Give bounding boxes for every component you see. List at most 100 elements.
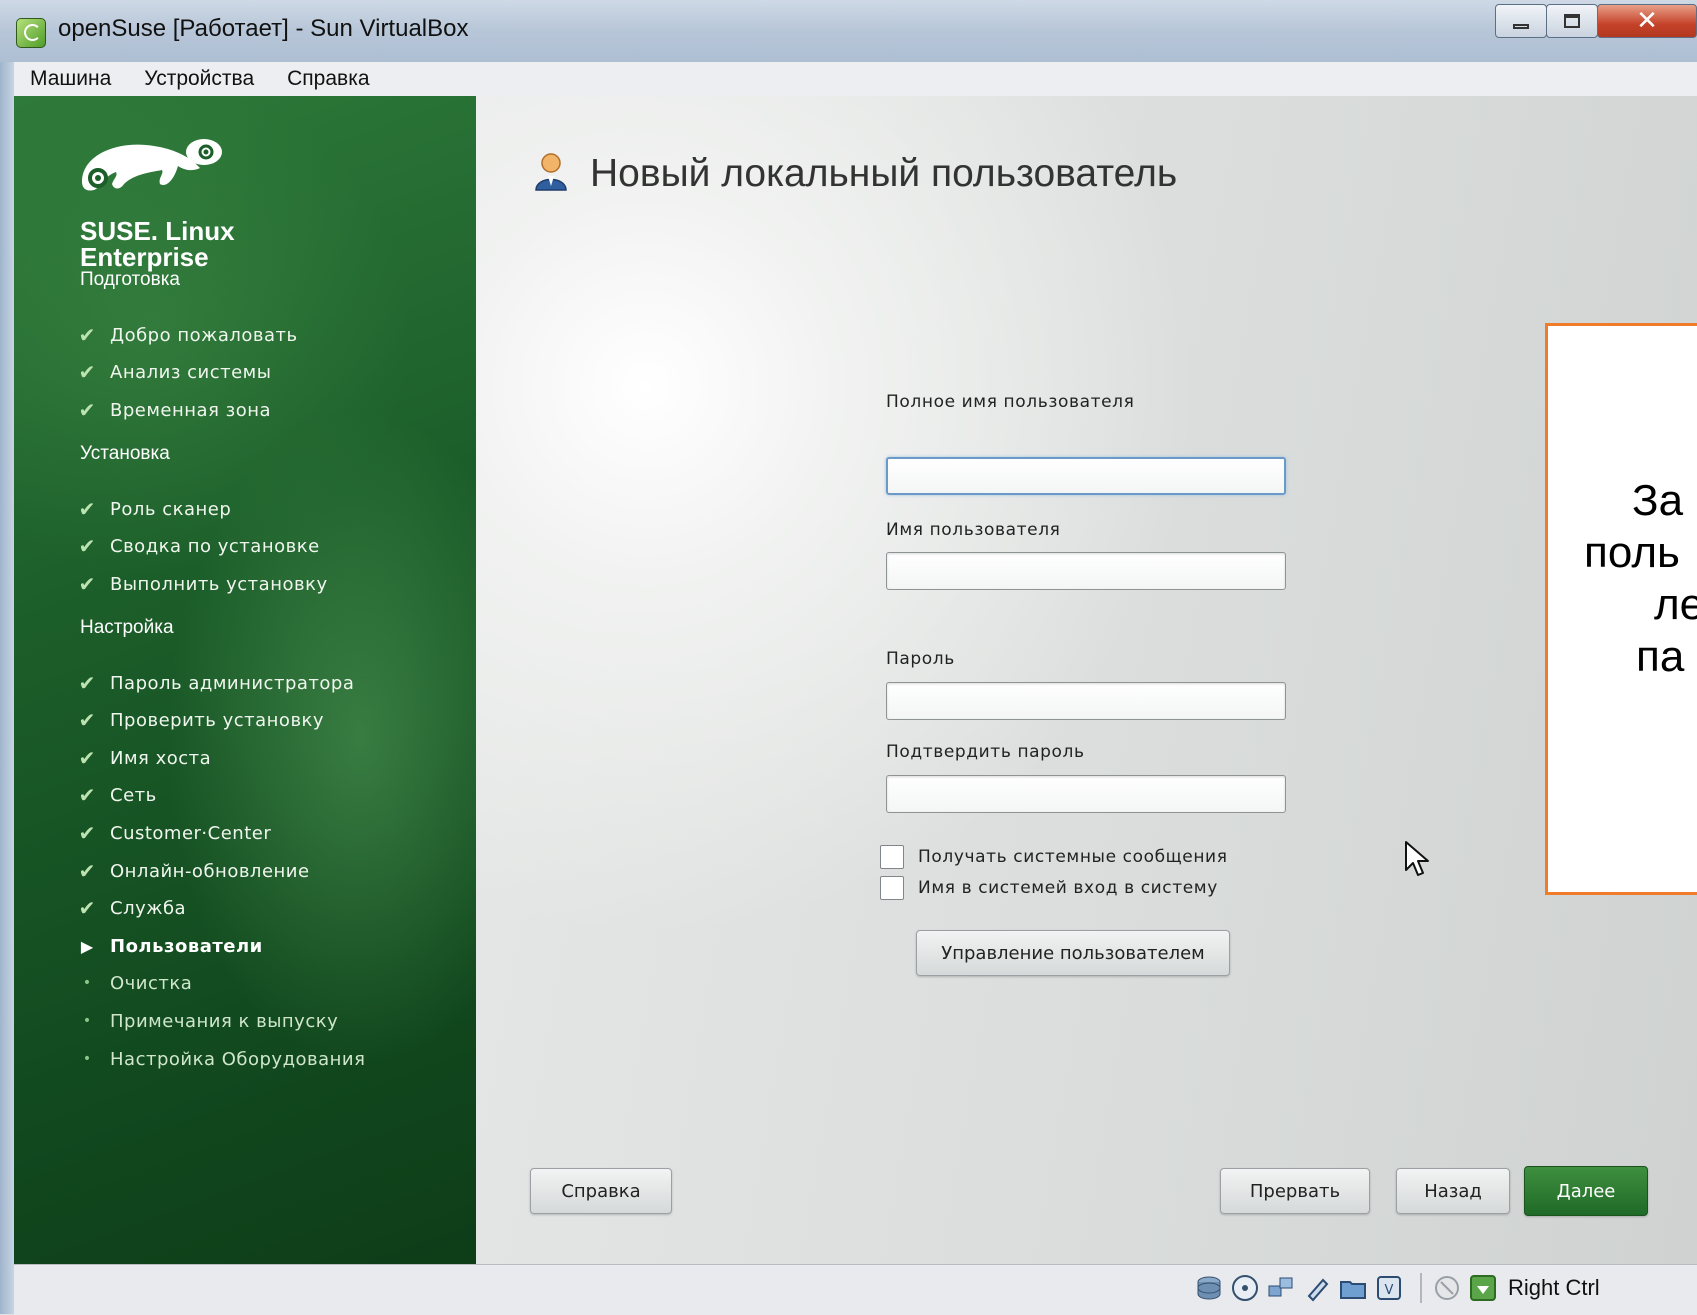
checkbox-label: Имя в системей вход в систему — [918, 878, 1218, 898]
sidebar-item-label: Настройка Оборудования — [110, 1048, 366, 1070]
sidebar-item-welcome: ✔ Добро пожаловать — [74, 320, 298, 350]
vm-statusbar: V Right Ctrl — [14, 1264, 1697, 1315]
close-icon: ✕ — [1636, 6, 1658, 36]
user-management-button[interactable]: Управление пользователем — [916, 930, 1230, 976]
host-key-icon[interactable] — [1468, 1273, 1498, 1303]
sidebar-item-service: ✔ Служба — [74, 893, 186, 923]
checkmark-icon: ✔ — [78, 746, 96, 770]
sidebar-item-online-update: ✔ Онлайн-обновление — [74, 856, 310, 886]
suse-chameleon-logo — [82, 139, 222, 191]
sidebar-item-install-summary: ✔ Сводка по установке — [74, 531, 320, 561]
bullet-icon: • — [82, 1013, 92, 1029]
mouse-integration-icon[interactable] — [1432, 1273, 1462, 1303]
host-key-label: Right Ctrl — [1508, 1275, 1600, 1300]
sidebar-item-label: Выполнить установку — [110, 573, 328, 595]
menu-devices[interactable]: Устройства — [144, 67, 254, 91]
confirm-password-label: Подтвердить пароль — [886, 742, 1085, 762]
sidebar-item-label: Пароль администратора — [110, 672, 355, 694]
checkmark-icon: ✔ — [78, 821, 96, 845]
menu-help[interactable]: Справка — [287, 67, 369, 91]
full-name-input[interactable] — [886, 457, 1286, 495]
sidebar-item-label: Пользователи — [110, 935, 263, 957]
installer-main-panel: Новый локальный пользователь Полное имя … — [476, 96, 1697, 1264]
checkbox-box[interactable] — [880, 876, 904, 900]
menubar: Машина Устройства Справка — [14, 62, 1697, 97]
checkmark-icon: ✔ — [78, 360, 96, 384]
sidebar-item-hostname: ✔ Имя хоста — [74, 743, 211, 773]
sidebar-item-label: Проверить установку — [110, 709, 325, 731]
confirm-password-input[interactable] — [886, 775, 1286, 813]
sidebar-item-label: Сводка по установке — [110, 535, 320, 557]
virtualization-icon[interactable]: V — [1374, 1273, 1404, 1303]
sidebar-item-system-analysis: ✔ Анализ системы — [74, 357, 271, 387]
section-title-installation: Установка — [80, 443, 170, 464]
network-icon[interactable] — [1266, 1273, 1296, 1303]
callout-line: ле — [1654, 580, 1697, 629]
cd-drive-icon[interactable] — [1230, 1273, 1260, 1303]
checkmark-icon: ✔ — [78, 534, 96, 558]
sidebar-item-release-notes: • Примечания к выпуску — [74, 1006, 338, 1036]
receive-system-messages-checkbox[interactable]: Получать системные сообщения — [880, 845, 1228, 869]
status-icons: V Right Ctrl — [1194, 1273, 1600, 1303]
sidebar-item-label: Имя хоста — [110, 747, 212, 769]
checkmark-icon: ✔ — [78, 398, 96, 422]
window-title: openSuse [Работает] - Sun VirtualBox — [58, 15, 469, 42]
user-icon — [535, 153, 567, 191]
maximize-icon — [1564, 14, 1580, 28]
full-name-label: Полное имя пользователя — [886, 392, 1135, 412]
minimize-icon — [1513, 23, 1529, 29]
sidebar-item-label: Анализ системы — [110, 361, 272, 383]
sidebar-item-label: Служба — [110, 897, 187, 919]
help-button[interactable]: Справка — [530, 1168, 672, 1214]
next-button[interactable]: Далее — [1524, 1166, 1648, 1216]
checkmark-icon: ✔ — [78, 859, 96, 883]
checkmark-icon: ✔ — [78, 783, 96, 807]
sidebar-item-perform-install: ✔ Выполнить установку — [74, 569, 328, 599]
callout-line: поль — [1584, 528, 1680, 577]
checkbox-label: Получать системные сообщения — [918, 847, 1228, 867]
sidebar-item-label: Очистка — [110, 972, 193, 994]
bullet-icon: • — [82, 975, 92, 991]
checkmark-icon: ✔ — [78, 497, 96, 521]
sidebar-item-label: Временная зона — [110, 399, 272, 421]
username-label: Имя пользователя — [886, 520, 1061, 540]
password-input[interactable] — [886, 682, 1286, 720]
sidebar-item-label: Роль сканер — [110, 498, 232, 520]
section-title-preparation: Подготовка — [80, 269, 181, 290]
minimize-button[interactable] — [1495, 4, 1547, 38]
window-left-frame — [0, 62, 14, 1314]
installer-sidebar: SUSE. Linux Enterprise Подготовка ✔ Добро… — [14, 96, 476, 1264]
menu-machine[interactable]: Машина — [30, 67, 111, 91]
checkmark-icon: ✔ — [78, 323, 96, 347]
sidebar-item-label: Онлайн-обновление — [110, 860, 310, 882]
sidebar-item-timezone: ✔ Временная зона — [74, 395, 271, 425]
window-controls: ✕ — [1495, 4, 1697, 40]
section-title-configuration: Настройка — [80, 617, 174, 638]
sidebar-item-label: Примечания к выпуску — [110, 1010, 339, 1032]
sidebar-item-hardware-config: • Настройка Оборудования — [74, 1044, 365, 1074]
brand-name: SUSE. Linux Enterprise — [80, 218, 235, 270]
back-button[interactable]: Назад — [1396, 1168, 1510, 1214]
sidebar-item-customer-center: ✔ Customer·Center — [74, 818, 271, 848]
window-titlebar: openSuse [Работает] - Sun VirtualBox ✕ — [0, 0, 1697, 63]
virtualbox-app-icon — [16, 18, 46, 48]
username-input[interactable] — [886, 552, 1286, 590]
brand-line-2: Enterprise — [80, 242, 209, 272]
close-button[interactable]: ✕ — [1597, 4, 1697, 38]
checkmark-icon: ✔ — [78, 708, 96, 732]
checkbox-box[interactable] — [880, 845, 904, 869]
maximize-button[interactable] — [1546, 4, 1598, 38]
sidebar-item-cleanup: • Очистка — [74, 968, 192, 998]
usb-icon[interactable] — [1302, 1273, 1332, 1303]
shared-folder-icon[interactable] — [1338, 1273, 1368, 1303]
sidebar-item-check-install: ✔ Проверить установку — [74, 705, 324, 735]
abort-button[interactable]: Прервать — [1220, 1168, 1370, 1214]
annotation-callout: За поль ле па — [1545, 323, 1697, 895]
sidebar-item-role: ✔ Роль сканер — [74, 494, 231, 524]
sidebar-item-network: ✔ Сеть — [74, 780, 157, 810]
current-step-arrow-icon: ▶ — [80, 936, 94, 956]
hard-disk-icon[interactable] — [1194, 1273, 1224, 1303]
auto-login-checkbox[interactable]: Имя в системей вход в систему — [880, 876, 1218, 900]
callout-line: За — [1632, 476, 1684, 525]
callout-line: па — [1636, 632, 1685, 681]
